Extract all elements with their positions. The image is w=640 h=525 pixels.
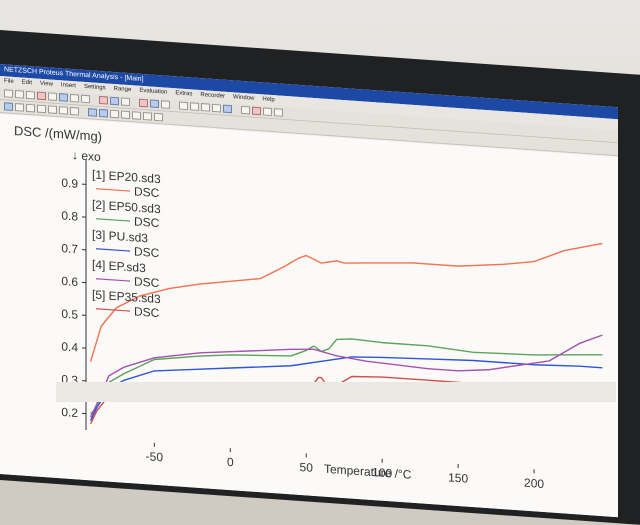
step-icon[interactable] bbox=[110, 110, 119, 119]
open-icon[interactable] bbox=[15, 90, 24, 99]
legend-label-2: DSC bbox=[134, 214, 160, 230]
legend-swatch-4 bbox=[96, 279, 130, 281]
legend-swatch-5 bbox=[96, 309, 130, 311]
baseline-icon[interactable] bbox=[190, 102, 199, 111]
legend-swatch-1 bbox=[96, 189, 130, 191]
segment-icon[interactable] bbox=[70, 107, 79, 116]
graph-icon[interactable] bbox=[59, 93, 68, 102]
expand-icon[interactable] bbox=[150, 99, 159, 108]
y-tick-label: 0.5 bbox=[61, 307, 78, 322]
menu-item-window[interactable]: Window bbox=[233, 94, 254, 101]
range-icon[interactable] bbox=[110, 97, 119, 106]
curve-icon[interactable] bbox=[179, 102, 188, 111]
y-axis-label: DSC /(mW/mg) bbox=[14, 123, 102, 144]
x-axis-label: Temperature /°C bbox=[324, 462, 412, 482]
y-tick-label: 0.4 bbox=[61, 339, 78, 354]
settings-icon[interactable] bbox=[81, 95, 90, 104]
legend-label-4: DSC bbox=[134, 274, 160, 290]
legend-swatch-3 bbox=[96, 249, 130, 251]
monitor-screen: NETZSCH Proteus Thermal Analysis - [Main… bbox=[0, 64, 618, 517]
onset-icon[interactable] bbox=[201, 103, 210, 112]
x-tick-label: 150 bbox=[448, 470, 468, 485]
menu-item-insert[interactable]: Insert bbox=[61, 82, 76, 89]
series-line-4[interactable] bbox=[91, 299, 603, 453]
legend-file-2: [2] EP50.sd3 bbox=[92, 197, 161, 216]
plot-area[interactable]: 0.20.30.40.50.60.70.80.9-50050100150200 … bbox=[0, 114, 618, 517]
save-icon[interactable] bbox=[26, 91, 35, 100]
peak-marker-icon[interactable] bbox=[99, 109, 108, 118]
triangle-icon[interactable] bbox=[88, 108, 97, 117]
new-icon[interactable] bbox=[4, 89, 13, 98]
table-icon[interactable] bbox=[70, 94, 79, 103]
scale-icon[interactable] bbox=[99, 96, 108, 105]
menu-item-edit[interactable]: Edit bbox=[22, 80, 32, 87]
legend-file-4: [4] EP.sd3 bbox=[92, 257, 146, 275]
y-tick-label: 0.6 bbox=[61, 274, 78, 289]
menu-item-recorder[interactable]: Recorder bbox=[200, 92, 225, 100]
zoom-icon[interactable] bbox=[121, 97, 130, 106]
area-icon[interactable] bbox=[223, 105, 232, 114]
text-icon[interactable] bbox=[263, 107, 272, 116]
menu-item-range[interactable]: Range bbox=[114, 86, 132, 93]
menu-item-file[interactable]: File bbox=[4, 78, 14, 85]
menu-item-view[interactable]: View bbox=[40, 81, 53, 88]
x-tick-label: 200 bbox=[524, 476, 544, 491]
y-tick-label: 0.9 bbox=[61, 176, 78, 191]
print-icon[interactable] bbox=[37, 92, 46, 101]
smooth-icon[interactable] bbox=[154, 113, 163, 122]
series-line-5[interactable] bbox=[91, 357, 603, 460]
y-tick-label: 0.7 bbox=[61, 241, 78, 256]
legend-label-1: DSC bbox=[134, 184, 160, 200]
menu-item-settings[interactable]: Settings bbox=[84, 84, 106, 92]
close-icon[interactable] bbox=[139, 99, 148, 108]
pointer-icon[interactable] bbox=[241, 106, 250, 115]
derivative-icon[interactable] bbox=[143, 112, 152, 121]
exo-label: ↓ exo bbox=[72, 148, 101, 164]
legend-icon[interactable] bbox=[26, 104, 35, 113]
dsc-chart: 0.20.30.40.50.60.70.80.9-50050100150200 … bbox=[0, 114, 618, 517]
font-icon[interactable] bbox=[59, 106, 68, 115]
integral-icon[interactable] bbox=[132, 111, 141, 120]
glass-transition-icon[interactable] bbox=[121, 110, 130, 119]
menu-item-help[interactable]: Help bbox=[262, 96, 274, 103]
grid-icon[interactable] bbox=[15, 103, 24, 112]
menu-item-evaluation[interactable]: Evaluation bbox=[139, 88, 167, 96]
legend-swatch-2 bbox=[96, 219, 130, 221]
x-tick-label: 50 bbox=[300, 460, 314, 475]
y-tick-label: 0.8 bbox=[61, 208, 78, 223]
layout-icon[interactable] bbox=[4, 102, 13, 111]
line-icon[interactable] bbox=[274, 108, 283, 117]
legend-label-3: DSC bbox=[134, 244, 160, 260]
legend-file-1: [1] EP20.sd3 bbox=[92, 167, 161, 186]
marker-icon[interactable] bbox=[252, 107, 261, 116]
legend-label-5: DSC bbox=[134, 304, 160, 320]
peak-icon[interactable] bbox=[212, 104, 221, 113]
copy-icon[interactable] bbox=[48, 92, 57, 101]
status-area bbox=[56, 382, 616, 402]
x-tick-label: -50 bbox=[146, 449, 164, 464]
x-tick-label: 0 bbox=[227, 455, 234, 469]
legend-file-3: [3] PU.sd3 bbox=[92, 227, 148, 245]
axis-icon[interactable] bbox=[37, 105, 46, 114]
color-icon[interactable] bbox=[48, 105, 57, 114]
cross-icon[interactable] bbox=[161, 100, 170, 109]
menu-item-extras[interactable]: Extras bbox=[175, 90, 192, 97]
legend-file-5: [5] EP35.sd3 bbox=[92, 287, 161, 306]
y-tick-label: 0.2 bbox=[61, 405, 78, 420]
series-line-1[interactable] bbox=[91, 208, 603, 398]
